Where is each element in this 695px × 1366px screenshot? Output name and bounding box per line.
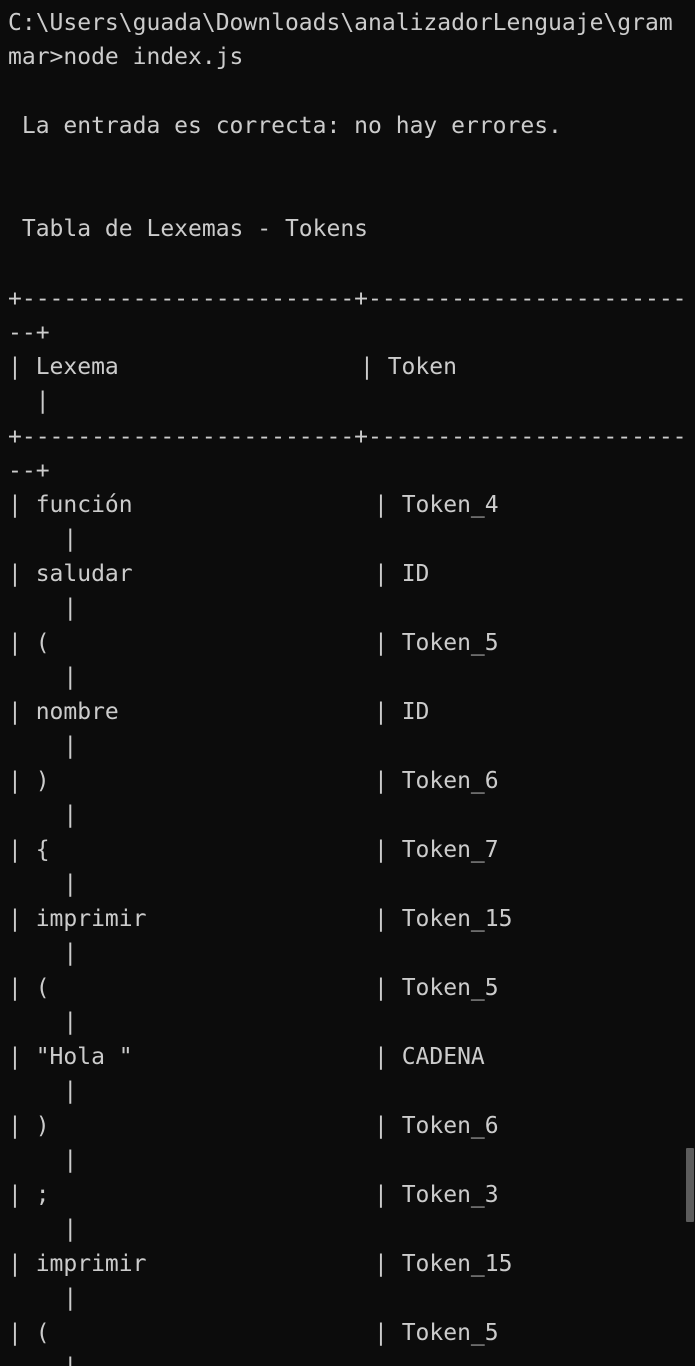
row-token: | Token_3 — [374, 1182, 499, 1208]
table-border-mid-wrap: --+ — [8, 458, 50, 484]
table-border-mid: +------------------------+--------------… — [8, 424, 684, 450]
row-lexema: | ) — [8, 1113, 50, 1139]
row-token: | Token_5 — [374, 1320, 499, 1346]
row-lexema: | { — [8, 837, 50, 863]
row-token: | Token_15 — [374, 906, 513, 932]
prompt-command-line: mar>node index.js — [8, 44, 244, 70]
header-token: | Token — [360, 354, 457, 380]
terminal-output[interactable]: C:\Users\guada\Downloads\analizadorLengu… — [0, 0, 684, 1366]
vertical-scrollbar[interactable] — [684, 0, 695, 1366]
row-wrap: | — [8, 940, 78, 966]
table-border-top: +------------------------+--------------… — [8, 286, 684, 312]
row-token: | Token_7 — [374, 837, 499, 863]
row-lexema: | ; — [8, 1182, 50, 1208]
row-token: | Token_6 — [374, 768, 499, 794]
row-token: | CADENA — [374, 1044, 485, 1070]
header-wrap: | — [8, 388, 50, 414]
row-wrap: | — [8, 802, 78, 828]
table-title: Tabla de Lexemas - Tokens — [8, 216, 369, 242]
row-wrap: | — [8, 1009, 78, 1035]
row-token: | ID — [374, 699, 430, 725]
prompt-path-line: C:\Users\guada\Downloads\analizadorLengu… — [8, 10, 673, 36]
row-wrap: | — [8, 595, 78, 621]
row-lexema: | nombre — [8, 699, 119, 725]
row-wrap: | — [8, 526, 78, 552]
scrollbar-thumb[interactable] — [686, 1148, 694, 1222]
row-token: | ID — [374, 561, 430, 587]
row-token: | Token_4 — [374, 492, 499, 518]
row-wrap: | — [8, 1078, 78, 1104]
row-token: | Token_15 — [374, 1251, 513, 1277]
row-wrap: | — [8, 1350, 77, 1366]
header-lexema: | Lexema — [8, 354, 119, 380]
row-lexema: | imprimir — [8, 906, 147, 932]
row-token: | Token_5 — [374, 630, 499, 656]
row-lexema: | saludar — [8, 561, 133, 587]
row-wrap: | — [8, 1285, 78, 1311]
row-wrap: | — [8, 733, 78, 759]
row-lexema: | ( — [8, 975, 50, 1001]
row-token: | Token_5 — [374, 975, 499, 1001]
row-lexema: | ( — [8, 1320, 50, 1346]
row-lexema: | ( — [8, 630, 50, 656]
row-wrap: | — [8, 1216, 78, 1242]
row-token: | Token_6 — [374, 1113, 499, 1139]
row-lexema: | imprimir — [8, 1251, 147, 1277]
row-lexema: | "Hola " — [8, 1044, 133, 1070]
row-wrap: | — [8, 1147, 78, 1173]
row-lexema: | ) — [8, 768, 50, 794]
table-border-top-wrap: --+ — [8, 320, 50, 346]
row-lexema: | función — [8, 492, 133, 518]
success-message: La entrada es correcta: no hay errores. — [8, 113, 562, 139]
row-wrap: | — [8, 871, 78, 897]
row-wrap: | — [8, 664, 78, 690]
